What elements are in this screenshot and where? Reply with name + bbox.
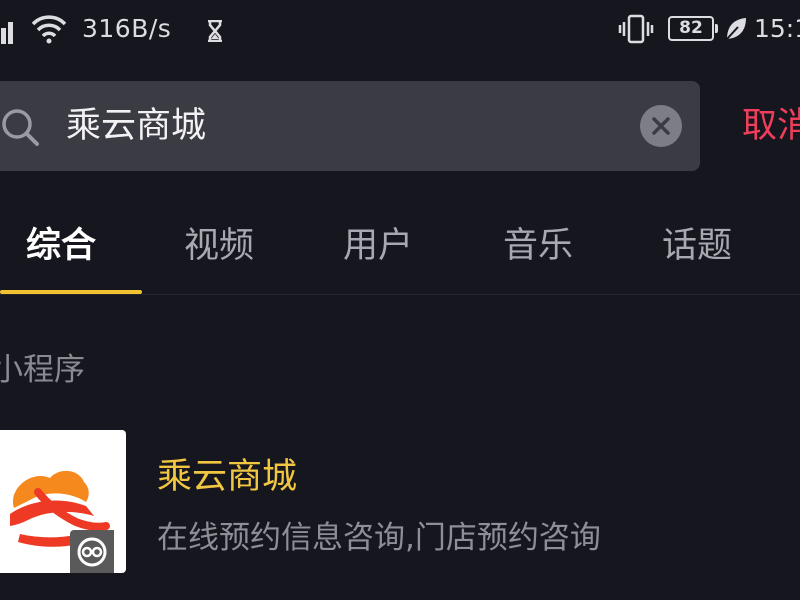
tab-comprehensive[interactable]: 综合 xyxy=(26,222,96,270)
hourglass-icon xyxy=(208,20,222,42)
tabs-divider xyxy=(0,294,800,295)
search-query[interactable]: 乘云商城 xyxy=(66,101,206,151)
tab-users[interactable]: 用户 xyxy=(343,222,413,270)
mini-program-badge xyxy=(70,530,114,573)
leaf-icon xyxy=(726,18,746,40)
battery-icon: 82 xyxy=(668,16,718,41)
signal-icon xyxy=(0,16,20,44)
cancel-button[interactable]: 取消 xyxy=(742,101,800,151)
battery-level: 82 xyxy=(679,18,703,38)
wifi-icon xyxy=(31,15,67,44)
app-logo xyxy=(0,430,126,573)
result-title[interactable]: 乘云商城 xyxy=(157,453,297,501)
status-bar: 316B/s 82 15:1 xyxy=(0,0,800,60)
search-input[interactable]: 乘云商城 xyxy=(0,81,700,171)
section-title-mini-programs: 小程序 xyxy=(0,352,85,388)
clear-search-button[interactable] xyxy=(640,105,682,147)
network-speed: 316B/s xyxy=(82,14,172,43)
tab-topics[interactable]: 话题 xyxy=(662,222,732,270)
list-item[interactable]: 乘云商城 在线预约信息咨询,门店预约咨询 xyxy=(0,430,800,575)
close-icon xyxy=(652,117,670,135)
result-description: 在线预约信息咨询,门店预约咨询 xyxy=(157,520,601,556)
tab-videos[interactable]: 视频 xyxy=(184,222,254,270)
vibrate-icon xyxy=(618,14,654,44)
search-icon xyxy=(2,109,39,146)
clock: 15:1 xyxy=(754,14,800,43)
mini-program-icon xyxy=(77,537,107,567)
tab-music[interactable]: 音乐 xyxy=(503,222,573,270)
